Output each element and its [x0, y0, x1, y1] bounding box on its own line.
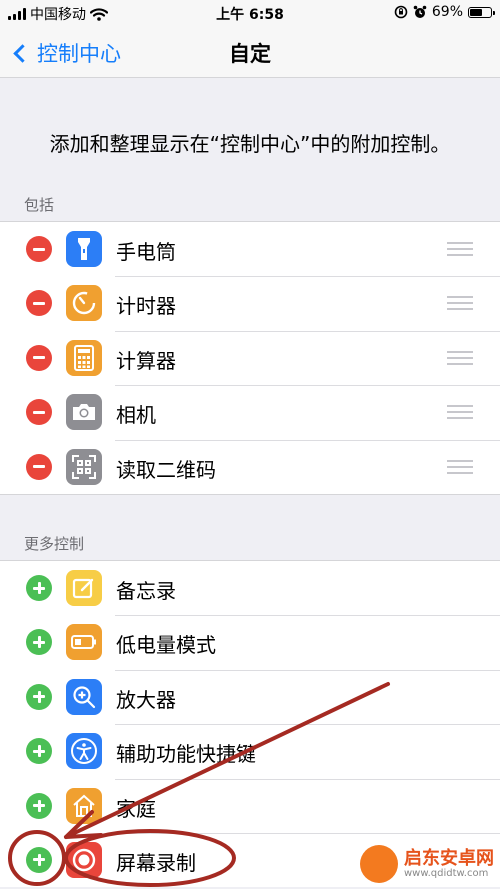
back-button[interactable]: 控制中心 [10, 38, 121, 68]
list-item-timer: 计时器 [0, 276, 500, 330]
list-item-label: 读取二维码 [116, 457, 216, 482]
list-item-camera: 相机 [0, 385, 500, 439]
chevron-left-icon [13, 43, 32, 63]
list-item-qr-reader: 读取二维码 [0, 439, 500, 494]
page-description: 添加和整理显示在“控制中心”中的附加控制。 [49, 132, 451, 156]
more-controls-list: 备忘录 低电量模式 放大器 辅助功能快捷键 家庭 屏幕录制 [0, 560, 500, 888]
timer-icon [66, 285, 102, 322]
list-item-label: 备忘录 [116, 579, 176, 603]
watermark-url: www.qdidtw.com [404, 868, 489, 880]
section-header-included: 包括 [24, 196, 55, 214]
battery-icon [468, 6, 495, 18]
status-bar: 中国移动 上午 6:58 69% [0, 0, 500, 26]
navigation-bar: 控制中心 自定 [0, 26, 500, 78]
accessibility-icon [66, 733, 102, 770]
qr-code-icon [66, 448, 102, 485]
included-list: 手电筒 计时器 计算器 相机 读取二维码 [0, 221, 500, 495]
list-item-home: 家庭 [0, 778, 500, 833]
list-item-label: 手电筒 [116, 240, 176, 264]
add-button[interactable] [26, 683, 52, 710]
remove-button[interactable] [26, 399, 52, 426]
battery-percent: 69% [431, 4, 463, 20]
rotation-lock-icon [394, 5, 408, 19]
back-button-label: 控制中心 [37, 42, 121, 66]
calculator-icon [66, 339, 102, 376]
section-header-more: 更多控制 [24, 535, 85, 553]
remove-button[interactable] [26, 290, 52, 317]
add-button[interactable] [26, 629, 52, 656]
notes-icon [66, 570, 102, 606]
list-item-label: 相机 [116, 403, 156, 428]
list-item-flashlight: 手电筒 [0, 222, 500, 276]
add-button[interactable] [26, 792, 52, 819]
list-item-notes: 备忘录 [0, 561, 500, 615]
remove-button[interactable] [26, 236, 52, 262]
low-power-icon [66, 624, 102, 661]
list-item-label: 家庭 [116, 796, 156, 821]
drag-handle[interactable] [447, 296, 473, 311]
drag-handle[interactable] [447, 405, 473, 420]
screen-record-icon [66, 841, 102, 878]
drag-handle[interactable] [447, 242, 473, 256]
camera-icon [66, 394, 102, 431]
list-item-label: 低电量模式 [116, 633, 216, 658]
drag-handle[interactable] [447, 350, 473, 365]
add-button[interactable] [26, 738, 52, 765]
home-icon [66, 787, 102, 824]
list-item-magnifier: 放大器 [0, 669, 500, 724]
list-item-label: 辅助功能快捷键 [116, 742, 256, 767]
watermark: 启东安卓网 www.qdidtw.com [360, 845, 494, 883]
remove-button[interactable] [26, 344, 52, 371]
drag-handle[interactable] [447, 459, 473, 474]
add-button[interactable] [26, 846, 52, 873]
alarm-icon [413, 5, 427, 18]
list-item-calculator: 计算器 [0, 330, 500, 385]
list-item-label: 计时器 [116, 294, 176, 319]
watermark-title: 启东安卓网 [404, 847, 494, 869]
watermark-logo-icon [360, 845, 398, 883]
list-item-low-power: 低电量模式 [0, 615, 500, 669]
flashlight-icon [66, 231, 102, 267]
list-item-label: 放大器 [116, 687, 176, 712]
remove-button[interactable] [26, 453, 52, 480]
list-item-label: 屏幕录制 [116, 850, 196, 875]
list-item-accessibility: 辅助功能快捷键 [0, 724, 500, 778]
add-button[interactable] [26, 575, 52, 601]
list-item-label: 计算器 [116, 348, 176, 373]
magnifier-icon [66, 678, 102, 715]
